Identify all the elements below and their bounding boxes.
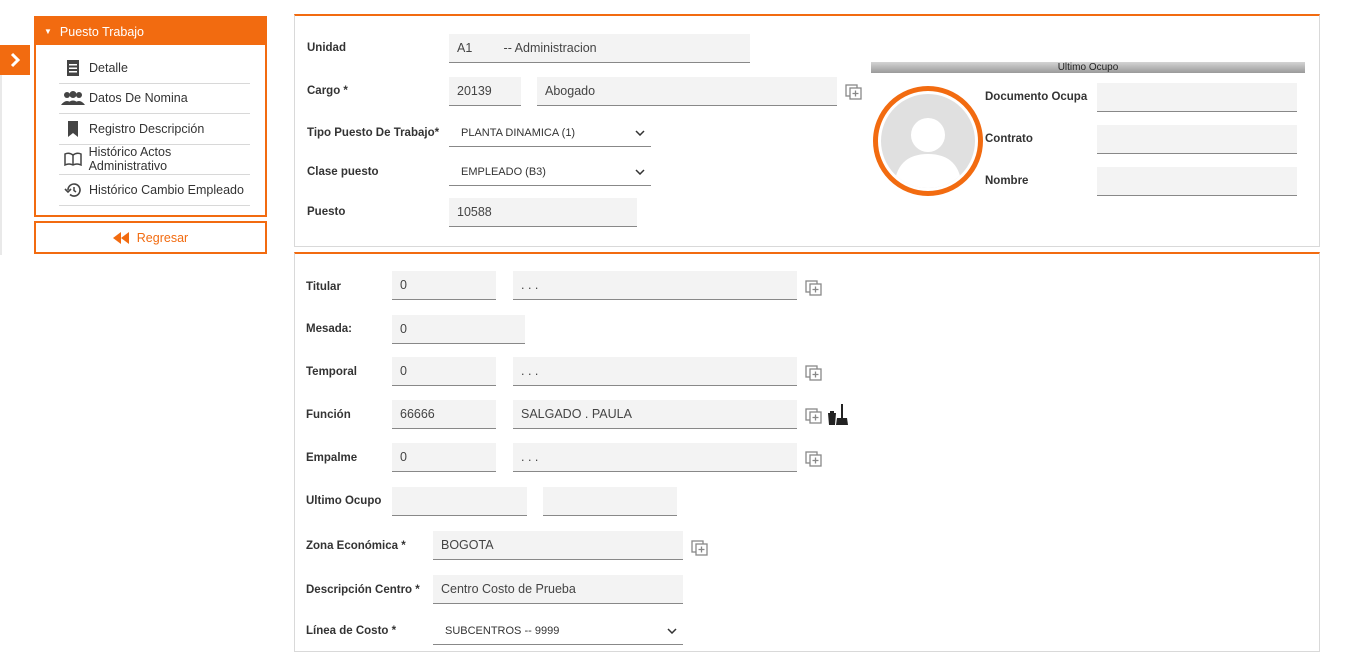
clase-label: Clase puesto <box>307 166 379 178</box>
funcion-label: Función <box>306 409 351 421</box>
puesto-field[interactable]: 10588 <box>449 198 637 227</box>
avatar <box>873 86 983 196</box>
cargo-name-field[interactable]: Abogado <box>537 77 837 106</box>
bookmark-icon <box>59 120 87 137</box>
expand-sidebar-button[interactable] <box>0 45 30 75</box>
document-icon <box>59 59 87 76</box>
sidebar-item-label: Datos De Nomina <box>89 91 188 106</box>
temporal-code-field[interactable]: 0 <box>392 357 496 386</box>
descripcion-centro-field[interactable]: Centro Costo de Prueba <box>433 575 683 604</box>
sidebar-item-label: Histórico Actos Administrativo <box>88 145 172 174</box>
empalme-code-field[interactable]: 0 <box>392 443 496 472</box>
ultimo-ocupo-name-field[interactable] <box>543 487 677 516</box>
chevron-down-icon <box>667 627 677 634</box>
tipo-select[interactable]: PLANTA DINAMICA (1) <box>449 119 651 147</box>
clase-select[interactable]: EMPLEADO (B3) <box>449 158 651 186</box>
temporal-name-field[interactable]: . . . <box>513 357 797 386</box>
sidebar-item-registro-descripcion[interactable]: Registro Descripción <box>59 114 250 145</box>
sidebar-title: Puesto Trabajo <box>59 24 145 39</box>
sidebar-header[interactable]: ▼ Puesto Trabajo <box>36 18 265 45</box>
descripcion-centro-label: Descripción Centro * <box>306 584 420 596</box>
clase-select-value: EMPLEADO (B3) <box>461 165 546 178</box>
chevron-down-icon <box>635 129 645 136</box>
add-search-icon[interactable] <box>691 538 709 556</box>
linea-costo-select[interactable]: SUBCENTROS -- 9999 <box>433 617 683 645</box>
zona-label: Zona Económica * <box>306 540 406 552</box>
left-divider <box>0 75 2 255</box>
unidad-label: Unidad <box>307 42 346 54</box>
back-button-label: Regresar <box>136 230 189 245</box>
titular-label: Titular <box>306 281 341 293</box>
ultimo-ocupo-label: Ultimo Ocupo <box>306 495 382 507</box>
broom-clear-icon[interactable] <box>825 404 849 426</box>
book-icon <box>59 152 87 167</box>
ultimo-ocupo-header: Ultimo Ocupo <box>871 62 1305 73</box>
mesada-label: Mesada: <box>306 323 353 335</box>
sidebar-item-label: Detalle <box>89 60 128 75</box>
cargo-label: Cargo * <box>307 85 348 97</box>
puesto-label: Puesto <box>307 206 346 218</box>
linea-costo-label: Línea de Costo * <box>306 625 397 637</box>
sidebar-item-datos-nomina[interactable]: Datos De Nomina <box>59 84 250 114</box>
add-search-icon[interactable] <box>805 406 823 424</box>
contrato-field[interactable] <box>1097 125 1297 154</box>
linea-costo-select-value: SUBCENTROS -- 9999 <box>445 624 560 637</box>
detalle-panel: Titular 0 . . . Mesada: 0 Temporal 0 . .… <box>294 252 1320 652</box>
documento-ocupa-label: Documento Ocupa <box>985 91 1088 103</box>
contrato-label: Contrato <box>985 133 1033 145</box>
sidebar-item-historico-cambio[interactable]: Histórico Cambio Empleado <box>59 175 250 206</box>
add-search-icon[interactable] <box>805 449 823 467</box>
empalme-label: Empalme <box>306 452 358 464</box>
empalme-name-field[interactable]: . . . <box>513 443 797 472</box>
titular-name-field[interactable]: . . . <box>513 271 797 300</box>
documento-ocupa-field[interactable] <box>1097 83 1297 112</box>
titular-code-field[interactable]: 0 <box>392 271 496 300</box>
funcion-code-field[interactable]: 66666 <box>392 400 496 429</box>
sidebar-item-label: Registro Descripción <box>89 121 205 136</box>
ultimo-ocupo-code-field[interactable] <box>392 487 527 516</box>
back-button[interactable]: Regresar <box>34 221 267 254</box>
chevron-right-icon <box>10 52 21 68</box>
tipo-label: Tipo Puesto De Trabajo* <box>307 127 440 139</box>
nombre-field[interactable] <box>1097 167 1297 196</box>
unidad-field[interactable]: A1 -- Administracion <box>449 34 750 63</box>
add-search-icon[interactable] <box>805 363 823 381</box>
users-icon <box>59 91 87 106</box>
cargo-code-field[interactable]: 20139 <box>449 77 521 106</box>
tipo-select-value: PLANTA DINAMICA (1) <box>461 126 576 139</box>
sidebar-item-detalle[interactable]: Detalle <box>59 53 250 84</box>
user-placeholder-icon <box>881 94 975 188</box>
add-search-icon[interactable] <box>805 278 823 296</box>
sidebar: ▼ Puesto Trabajo Detalle Datos De Nomina… <box>34 16 267 217</box>
temporal-label: Temporal <box>306 366 357 378</box>
sidebar-list: Detalle Datos De Nomina Registro Descrip… <box>59 53 250 206</box>
sidebar-item-label: Histórico Cambio Empleado <box>89 182 244 197</box>
double-arrow-left-icon <box>112 231 129 244</box>
add-search-icon[interactable] <box>845 82 863 100</box>
caret-down-icon: ▼ <box>44 27 52 36</box>
nombre-label: Nombre <box>985 175 1029 187</box>
mesada-field[interactable]: 0 <box>392 315 525 344</box>
chevron-down-icon <box>635 168 645 175</box>
zona-field[interactable]: BOGOTA <box>433 531 683 560</box>
history-icon <box>59 182 87 198</box>
funcion-name-field[interactable]: SALGADO . PAULA <box>513 400 797 429</box>
puesto-panel: Unidad A1 -- Administracion Cargo * 2013… <box>294 14 1320 247</box>
sidebar-item-historico-actos[interactable]: Histórico Actos Administrativo <box>59 145 250 175</box>
